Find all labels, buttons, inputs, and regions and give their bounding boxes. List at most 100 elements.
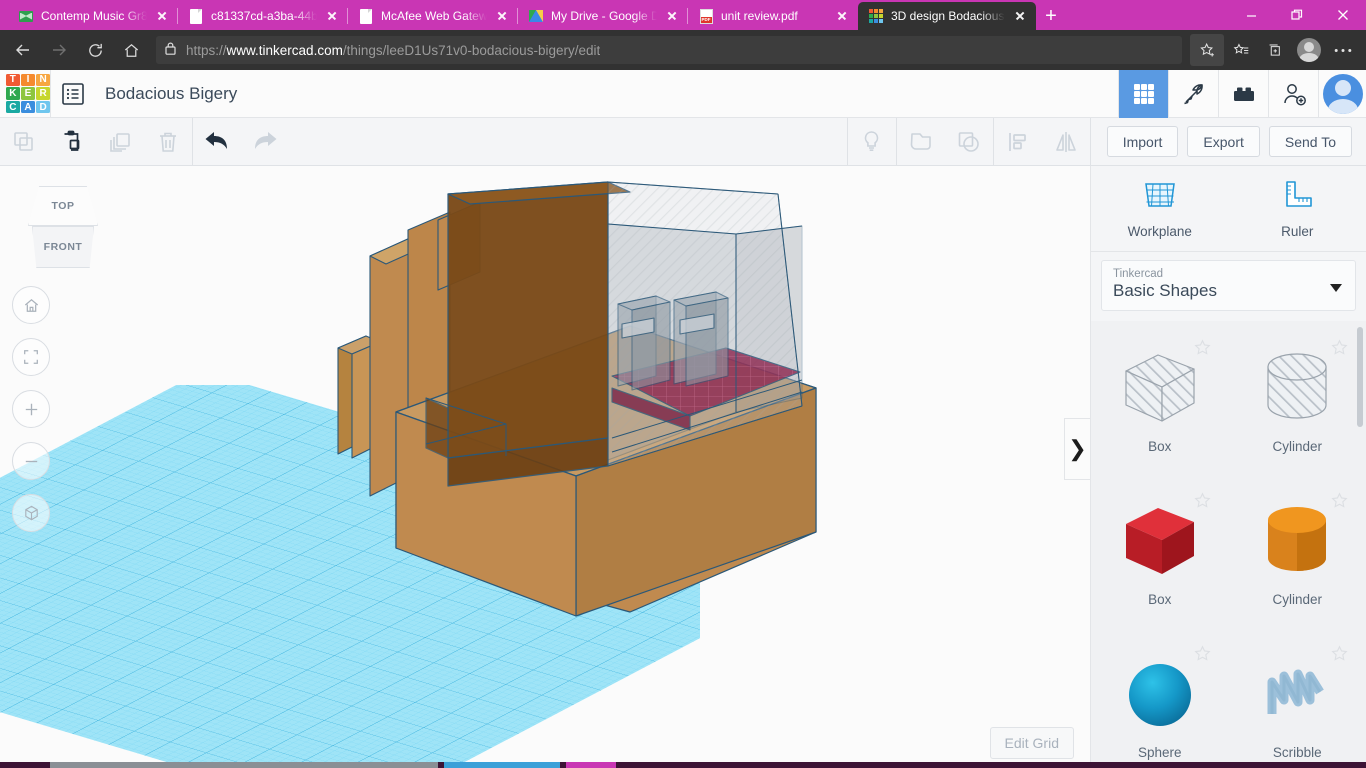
- shape-item-scribble[interactable]: Scribble: [1229, 631, 1366, 768]
- paste-button[interactable]: [48, 118, 96, 165]
- shape-library-select[interactable]: Tinkercad Basic Shapes: [1101, 260, 1356, 311]
- add-user-icon[interactable]: [1268, 69, 1318, 118]
- favorite-star-icon[interactable]: [1190, 34, 1224, 66]
- url-text: https://www.tinkercad.com/things/leeD1Us…: [186, 43, 600, 58]
- shape-item-box-solid[interactable]: Box: [1091, 478, 1229, 631]
- window-controls: [1228, 0, 1366, 30]
- designs-grid-icon[interactable]: [1118, 69, 1168, 118]
- document-icon: [358, 8, 374, 24]
- workplane-label: Workplane: [1127, 224, 1192, 239]
- minimize-button[interactable]: [1228, 0, 1274, 30]
- browser-tab[interactable]: My Drive - Google Drive: [518, 2, 688, 30]
- favorite-star-icon[interactable]: [1193, 339, 1211, 356]
- minecraft-pickaxe-icon[interactable]: [1168, 69, 1218, 118]
- duplicate-button[interactable]: [96, 118, 144, 165]
- logo-tile-e: E: [21, 87, 35, 100]
- browser-tab-active[interactable]: 3D design Bodacious Bi: [858, 2, 1036, 30]
- favorite-star-icon[interactable]: [1331, 645, 1348, 662]
- group-shapes-icon[interactable]: [897, 118, 945, 165]
- shape-item-sphere[interactable]: Sphere: [1091, 631, 1229, 768]
- solid-cylinder-icon: [1258, 494, 1336, 590]
- ortho-perspective-button[interactable]: [12, 494, 50, 532]
- forward-icon[interactable]: [42, 34, 76, 66]
- favorites-list-icon[interactable]: [1224, 34, 1258, 66]
- back-icon[interactable]: [6, 34, 40, 66]
- three-d-model[interactable]: [330, 176, 850, 636]
- close-icon[interactable]: [1012, 8, 1028, 24]
- send-to-button[interactable]: Send To: [1268, 126, 1352, 157]
- lightbulb-icon[interactable]: [848, 118, 896, 165]
- browser-tab[interactable]: McAfee Web Gateway -: [348, 2, 518, 30]
- close-icon[interactable]: [664, 8, 680, 24]
- mirror-icon[interactable]: [1042, 118, 1090, 165]
- lego-brick-icon[interactable]: [1218, 69, 1268, 118]
- logo-tile-n: N: [36, 73, 50, 86]
- library-group-label: Tinkercad: [1113, 268, 1164, 280]
- zoom-out-button[interactable]: [12, 442, 50, 480]
- ungroup-shapes-icon[interactable]: [945, 118, 993, 165]
- favorite-star-icon[interactable]: [1331, 339, 1348, 356]
- ruler-tool[interactable]: Ruler: [1229, 166, 1366, 251]
- tab-title: c81337cd-a3ba-44b4-9: [211, 9, 317, 23]
- browser-tab[interactable]: c81337cd-a3ba-44b4-9: [178, 2, 348, 30]
- browser-tab[interactable]: Contemp Music Gr8A M: [8, 2, 178, 30]
- export-button[interactable]: Export: [1187, 126, 1260, 157]
- redo-arrow-icon[interactable]: [241, 118, 289, 165]
- browser-toolbar: https://www.tinkercad.com/things/leeD1Us…: [0, 30, 1366, 70]
- close-icon[interactable]: [324, 8, 340, 24]
- zoom-in-button[interactable]: [12, 390, 50, 428]
- chevron-down-icon[interactable]: [1330, 283, 1342, 292]
- favorite-star-icon[interactable]: [1193, 492, 1211, 509]
- undo-arrow-icon[interactable]: [193, 118, 241, 165]
- tinkercad-logo-icon[interactable]: TIN KER CAD: [6, 73, 50, 114]
- workplane-tool[interactable]: Workplane: [1091, 166, 1229, 251]
- new-tab-button[interactable]: +: [1036, 2, 1066, 30]
- import-button[interactable]: Import: [1106, 126, 1179, 157]
- trash-icon[interactable]: [144, 118, 192, 165]
- logo-tile-k: K: [6, 87, 20, 100]
- scribble-icon: [1258, 647, 1336, 743]
- page-title: Bodacious Bigery: [105, 83, 238, 103]
- url-scheme: https://: [186, 42, 227, 58]
- close-icon[interactable]: [834, 8, 850, 24]
- music-icon: [18, 8, 34, 24]
- shape-item-box-hole[interactable]: Box: [1091, 325, 1229, 478]
- close-icon[interactable]: [494, 8, 510, 24]
- shapes-list[interactable]: Box Cylinder Box Cylinder Sphere Scribbl…: [1091, 321, 1366, 768]
- view-cube[interactable]: TOP FRONT: [24, 186, 102, 268]
- align-icon[interactable]: [994, 118, 1042, 165]
- address-bar[interactable]: https://www.tinkercad.com/things/leeD1Us…: [156, 36, 1182, 64]
- solid-sphere-icon: [1121, 647, 1199, 743]
- settings-more-icon[interactable]: [1326, 34, 1360, 66]
- collections-icon[interactable]: [1258, 34, 1292, 66]
- home-icon[interactable]: [114, 34, 148, 66]
- reload-icon[interactable]: [78, 34, 112, 66]
- maximize-button[interactable]: [1274, 0, 1320, 30]
- favorite-star-icon[interactable]: [1331, 492, 1348, 509]
- design-canvas[interactable]: TOP FRONT Edit Grid ❯: [0, 166, 1090, 768]
- view-cube-top-face[interactable]: TOP: [28, 186, 98, 226]
- copy-button[interactable]: [0, 118, 48, 165]
- google-drive-icon: [528, 8, 544, 24]
- close-button[interactable]: [1320, 0, 1366, 30]
- user-avatar[interactable]: [1318, 69, 1366, 118]
- profile-icon[interactable]: [1292, 34, 1326, 66]
- document-icon: [188, 8, 204, 24]
- logo-tile-d: D: [36, 101, 50, 114]
- project-list-icon[interactable]: [51, 70, 95, 118]
- edit-grid-button[interactable]: Edit Grid: [989, 727, 1074, 759]
- logo-tile-t: T: [6, 73, 20, 86]
- home-view-button[interactable]: [12, 286, 50, 324]
- chevron-right-icon[interactable]: ❯: [1064, 418, 1090, 480]
- shape-item-cylinder-hole[interactable]: Cylinder: [1229, 325, 1366, 478]
- ruler-icon: [1277, 178, 1317, 217]
- hole-cylinder-icon: [1258, 341, 1336, 437]
- fit-to-view-button[interactable]: [12, 338, 50, 376]
- close-icon[interactable]: [154, 8, 170, 24]
- browser-tab[interactable]: unit review.pdf: [688, 2, 858, 30]
- tab-title: unit review.pdf: [721, 9, 798, 23]
- shape-item-cylinder-solid[interactable]: Cylinder: [1229, 478, 1366, 631]
- favorite-star-icon[interactable]: [1193, 645, 1211, 662]
- tab-title: 3D design Bodacious Bi: [891, 9, 1005, 23]
- view-cube-front-face[interactable]: FRONT: [32, 226, 94, 268]
